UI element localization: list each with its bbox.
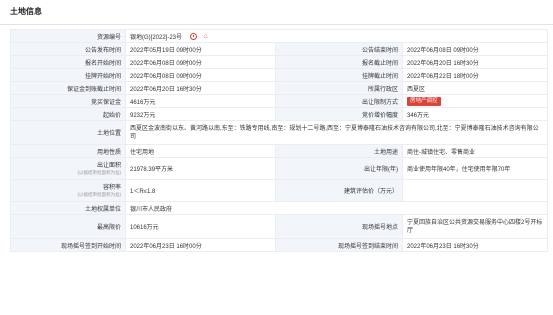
land-nature-label: 用地性质 <box>10 144 126 158</box>
table-row: 报名开始时间 2022年06月08日 09时00分 报名截止时间 2022年06… <box>10 55 549 69</box>
land-nature-value: 住宅用地 <box>125 144 276 158</box>
bid-deposit-value: 4616万元 <box>125 94 276 108</box>
listing-end-label: 挂牌截止时间 <box>275 68 403 82</box>
table-row: 土地位置 西夏区金波南街以东、黄河路以南,东至：铁路专用线,南至：规划十二号路,… <box>10 120 549 145</box>
restriction-badge: 房地产调控 <box>407 96 441 106</box>
land-info-table: 资源编号 银地(G)[2022]-23号 ⌂ 公告发布时间 2022年05月19… <box>10 29 549 252</box>
term-value: 商业使用年限40年，住宅使用年限70年 <box>401 157 549 180</box>
table-row: 公告发布时间 2022年05月19日 09时00分 公告结束时间 2022年06… <box>10 42 549 56</box>
location-label: 土地位置 <box>10 120 126 145</box>
lottery-signin-end-label: 现场摇号签到结束时间 <box>275 238 403 252</box>
start-price-label: 起始价 <box>10 107 126 121</box>
area-label-cell: 出让面积 (以据结审批面积为准) <box>10 157 126 180</box>
building-valuation-label: 建筑评估价（万元） <box>275 179 403 202</box>
far-label: 容积率 <box>102 184 121 191</box>
land-use-label: 土地用途 <box>275 144 403 158</box>
announce-end-label: 公告结束时间 <box>275 42 403 56</box>
table-row: 出让面积 (以据结审批面积为准) 21978.39平方米 出让年限(年) 商业使… <box>10 157 549 180</box>
table-row: 挂牌开始时间 2022年06月08日 09时00分 挂牌截止时间 2022年06… <box>10 68 549 82</box>
listing-start-value: 2022年06月08日 09时00分 <box>125 68 276 82</box>
land-use-value: 商住-城镇住宅、零售商业 <box>401 144 549 158</box>
far-note: (以据结审批面积为准) <box>77 191 122 197</box>
title-divider <box>0 24 553 25</box>
resource-number-label: 资源编号 <box>10 29 126 43</box>
lottery-signin-start-value: 2022年06月23日 16时00分 <box>125 238 276 252</box>
lottery-venue-label: 现场摇号地点 <box>275 214 403 239</box>
max-price-value: 10616万元 <box>125 214 276 239</box>
home-icon[interactable]: ⌂ <box>203 33 207 40</box>
resource-number-value-cell: 银地(G)[2022]-23号 ⌂ <box>124 29 549 43</box>
area-label: 出让面积 <box>96 162 121 169</box>
owner-value: 银川市人民政府 <box>124 201 549 215</box>
max-price-label: 最高限价 <box>10 214 126 239</box>
table-row: 土地权属单位 银川市人民政府 <box>10 201 549 215</box>
lottery-venue-value: 宁夏回族自治区公共资源交易服务中心四楼2号开标厅 <box>401 214 549 239</box>
resource-number-value: 银地(G)[2022]-23号 <box>130 34 183 41</box>
restriction-value-cell: 房地产调控 <box>401 94 549 108</box>
table-row: 资源编号 银地(G)[2022]-23号 ⌂ <box>10 29 549 43</box>
deposit-deadline-value: 2022年06月20日 16时30分 <box>125 81 276 95</box>
table-row: 容积率 (以据结审批面积为准) 1＜R≤1.8 建筑评估价（万元） <box>10 179 549 202</box>
area-value: 21978.39平方米 <box>125 157 276 180</box>
table-row: 竞买保证金 4616万元 出让限制方式 房地产调控 <box>10 94 549 108</box>
term-label: 出让年限(年) <box>275 157 403 180</box>
clock-icon[interactable] <box>189 33 197 41</box>
signup-start-label: 报名开始时间 <box>10 55 126 69</box>
far-value: 1＜R≤1.8 <box>125 179 276 202</box>
increment-value: 346万元 <box>401 107 549 121</box>
table-row: 现场摇号签到开始时间 2022年06月23日 16时00分 现场摇号签到结束时间… <box>10 238 549 252</box>
announce-start-label: 公告发布时间 <box>10 42 126 56</box>
table-row: 最高限价 10616万元 现场摇号地点 宁夏回族自治区公共资源交易服务中心四楼2… <box>10 214 549 239</box>
table-row: 用地性质 住宅用地 土地用途 商住-城镇住宅、零售商业 <box>10 144 549 158</box>
bid-deposit-label: 竞买保证金 <box>10 94 126 108</box>
announce-start-value: 2022年05月19日 09时00分 <box>125 42 276 56</box>
district-label: 所属行政区 <box>275 81 403 95</box>
section-title: 土地信息 <box>10 7 42 16</box>
far-label-cell: 容积率 (以据结审批面积为准) <box>10 179 126 202</box>
listing-end-value: 2022年06月22日 18时00分 <box>401 68 549 82</box>
restriction-label: 出让限制方式 <box>275 94 403 108</box>
listing-start-label: 挂牌开始时间 <box>10 68 126 82</box>
area-note: (以据结审批面积为准) <box>77 169 122 175</box>
location-value: 西夏区金波南街以东、黄河路以南,东至：铁路专用线,南至：规划十二号路,西至：宁夏… <box>124 120 549 145</box>
district-value: 西夏区 <box>401 81 549 95</box>
announce-end-value: 2022年06月08日 09时00分 <box>401 42 549 56</box>
table-row: 保证金到账截止时间 2022年06月20日 16时30分 所属行政区 西夏区 <box>10 81 549 95</box>
building-valuation-value <box>401 179 549 202</box>
lottery-signin-start-label: 现场摇号签到开始时间 <box>10 238 126 252</box>
signup-end-label: 报名截止时间 <box>275 55 403 69</box>
signup-end-value: 2022年06月20日 16时30分 <box>401 55 549 69</box>
table-row: 起始价 9232万元 竞价增价幅度 346万元 <box>10 107 549 121</box>
signup-start-value: 2022年06月08日 09时00分 <box>125 55 276 69</box>
owner-label: 土地权属单位 <box>10 201 126 215</box>
increment-label: 竞价增价幅度 <box>275 107 403 121</box>
start-price-value: 9232万元 <box>125 107 276 121</box>
lottery-signin-end-value: 2022年06月23日 16时30分 <box>401 238 549 252</box>
deposit-deadline-label: 保证金到账截止时间 <box>10 81 126 95</box>
